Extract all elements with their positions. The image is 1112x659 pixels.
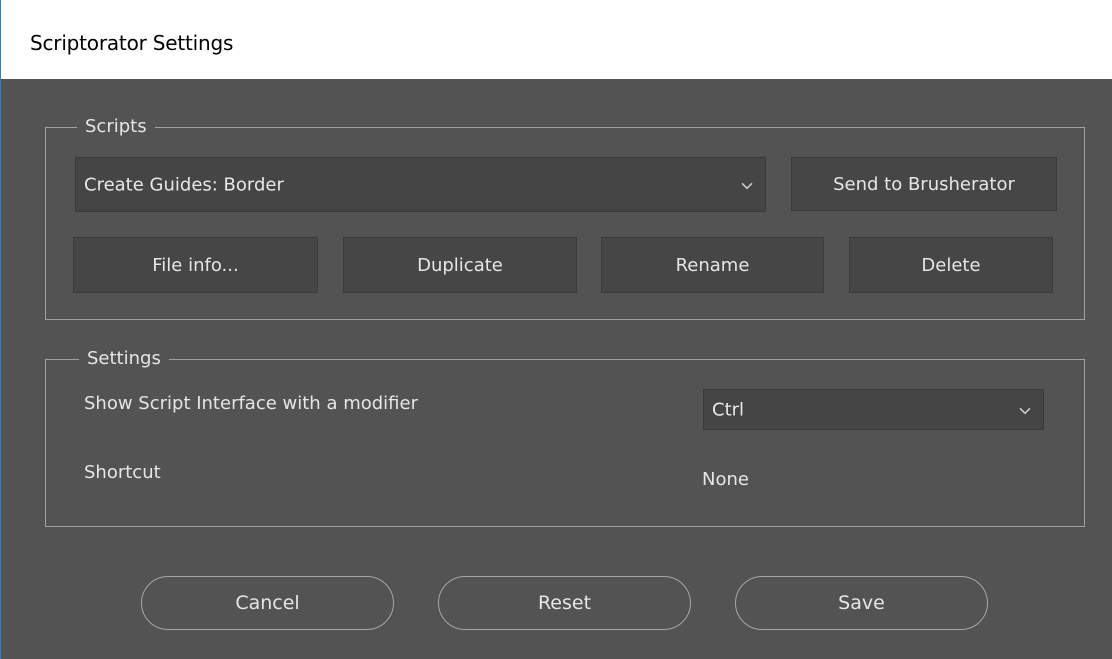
script-select[interactable]: Create Guides: Border: [75, 157, 766, 212]
settings-dialog: Scriptorator Settings Scripts Create Gui…: [0, 0, 1112, 659]
dialog-body: Scripts Create Guides: Border Send to Br…: [1, 79, 1112, 659]
shortcut-label: Shortcut: [84, 462, 161, 483]
rename-button[interactable]: Rename: [601, 237, 824, 293]
script-select-value: Create Guides: Border: [84, 174, 284, 195]
chevron-down-icon: [1019, 407, 1031, 414]
settings-group: Settings: [45, 347, 1085, 527]
reset-button[interactable]: Reset: [438, 576, 691, 630]
title-bar[interactable]: Scriptorator Settings: [1, 0, 1112, 79]
file-info-button[interactable]: File info...: [73, 237, 318, 293]
chevron-down-icon: [741, 182, 753, 189]
send-to-brusherator-button[interactable]: Send to Brusherator: [791, 157, 1057, 211]
scripts-group-legend: Scripts: [77, 115, 155, 139]
settings-group-legend: Settings: [79, 347, 169, 371]
window-title: Scriptorator Settings: [30, 31, 234, 55]
cancel-button[interactable]: Cancel: [141, 576, 394, 630]
delete-button[interactable]: Delete: [849, 237, 1053, 293]
modifier-label: Show Script Interface with a modifier: [84, 393, 418, 414]
modifier-select-value: Ctrl: [712, 399, 745, 420]
shortcut-value: None: [702, 469, 749, 490]
save-button[interactable]: Save: [735, 576, 988, 630]
duplicate-button[interactable]: Duplicate: [343, 237, 577, 293]
modifier-select[interactable]: Ctrl: [703, 389, 1044, 430]
